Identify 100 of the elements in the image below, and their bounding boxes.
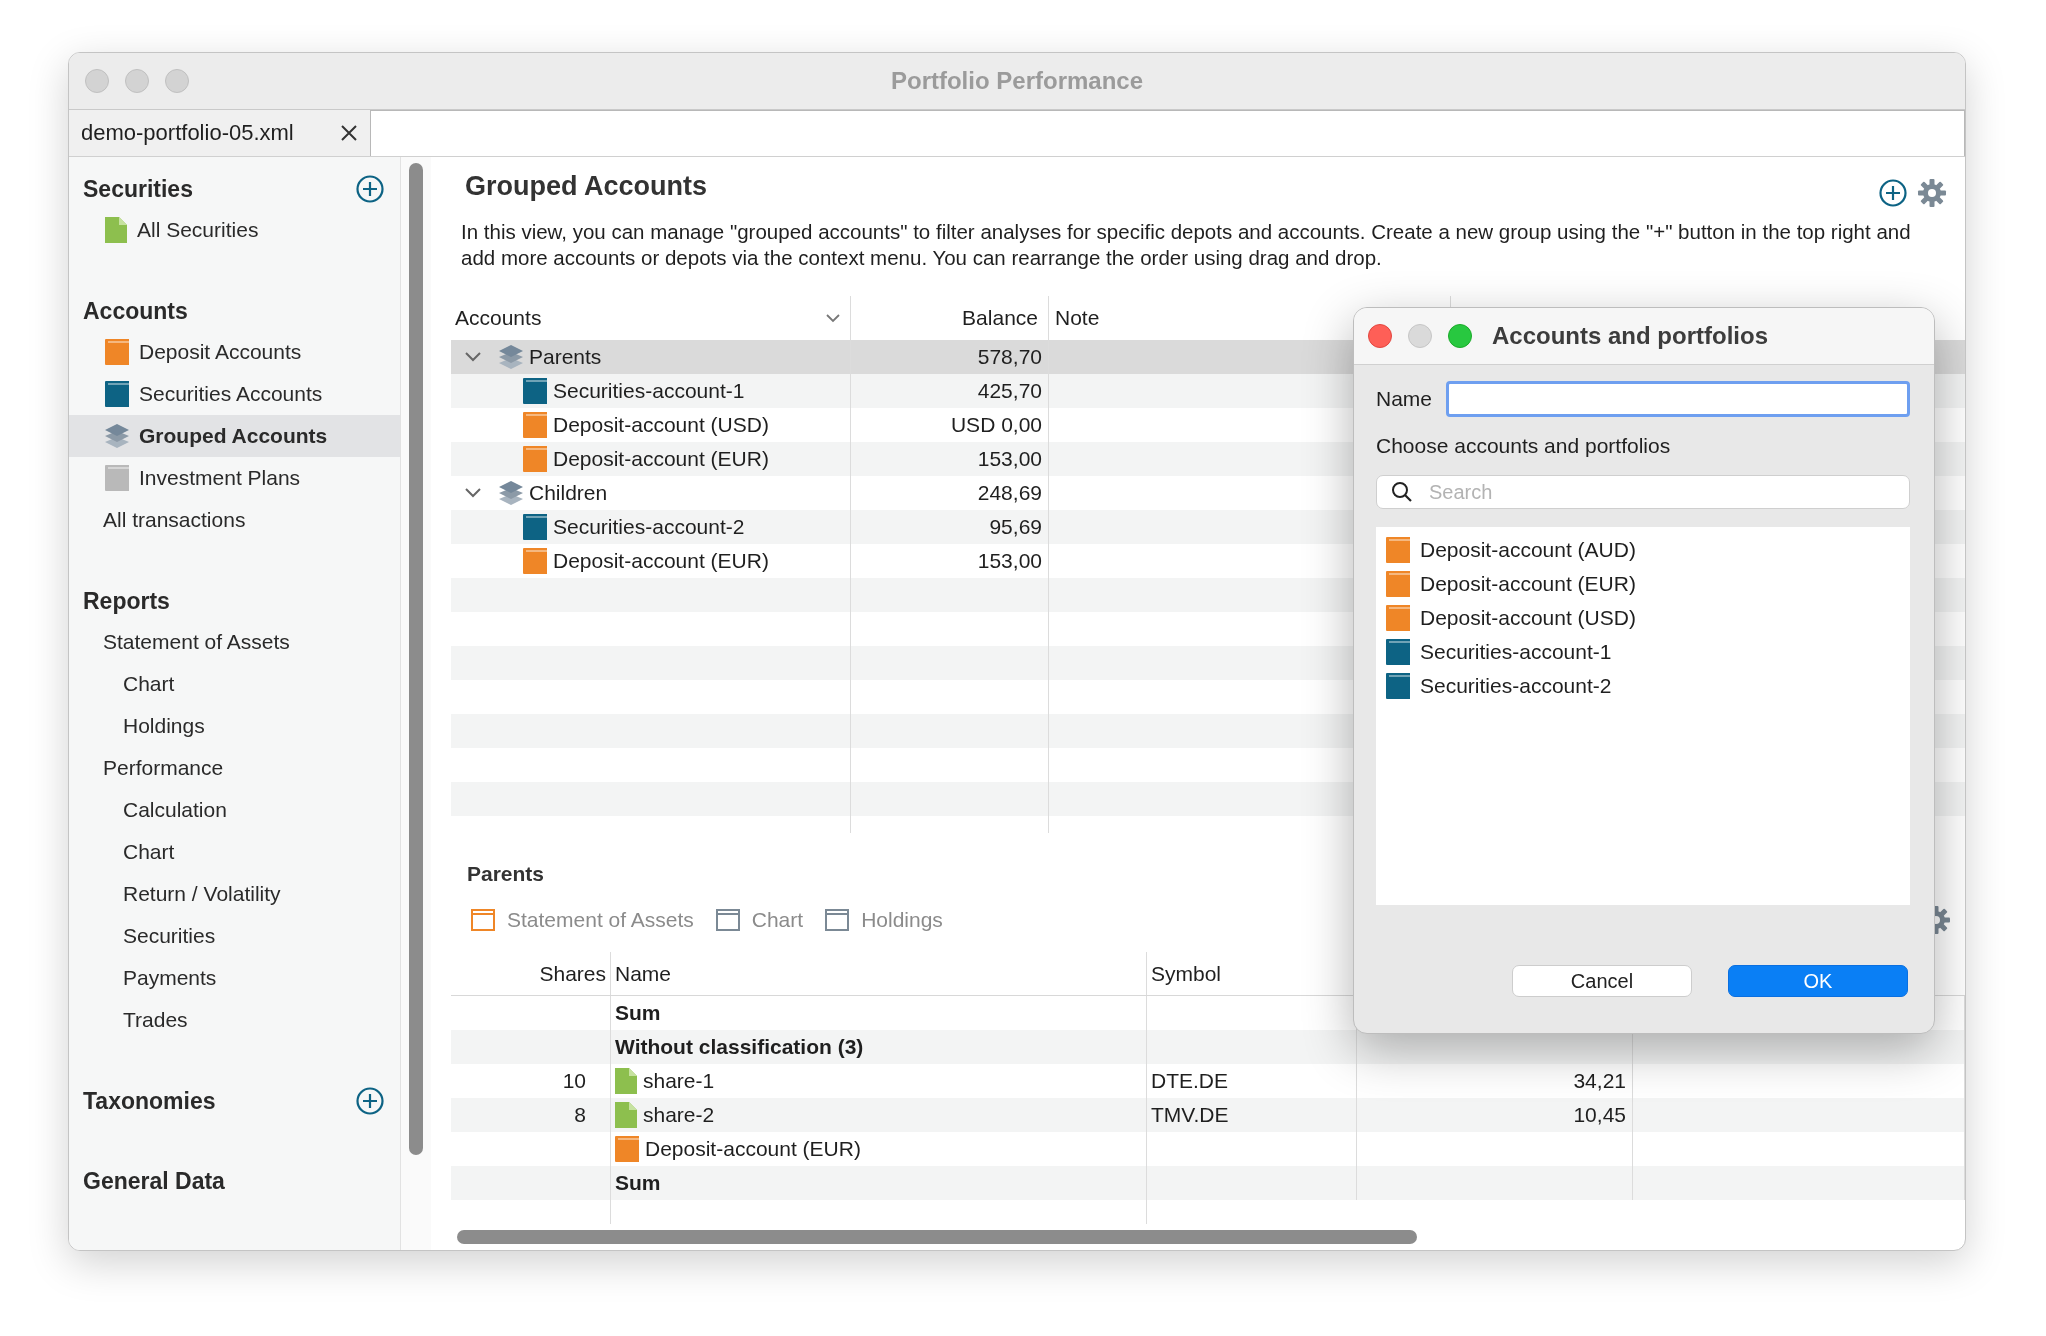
sidebar-item[interactable]: Performance (69, 747, 400, 789)
close-button[interactable] (1368, 324, 1392, 348)
book-icon (615, 1136, 639, 1162)
sidebar-item[interactable]: Chart (69, 831, 400, 873)
sidebar-item[interactable]: Payments (69, 957, 400, 999)
cancel-button[interactable]: Cancel (1512, 965, 1692, 997)
document-icon (615, 1102, 637, 1128)
zoom-button[interactable] (1448, 324, 1472, 348)
balance-value: 95,69 (989, 515, 1042, 539)
sidebar-item[interactable]: Calculation (69, 789, 400, 831)
sidebar-item[interactable]: Investment Plans (69, 457, 400, 499)
table-row[interactable]: Deposit-account (EUR) 153,00 (451, 544, 1049, 578)
book-icon (523, 514, 547, 540)
window-title: Portfolio Performance (890, 67, 1143, 95)
view-tab[interactable]: Statement of Assets (471, 908, 694, 932)
book-icon (1386, 537, 1410, 563)
book-icon (523, 446, 547, 472)
book-icon (523, 378, 547, 404)
sidebar-item[interactable]: Trades (69, 999, 400, 1041)
book-icon (105, 381, 129, 407)
add-icon[interactable] (356, 175, 384, 203)
holding-name: Deposit-account (EUR) (645, 1137, 861, 1161)
window-icon (471, 909, 495, 931)
window-icon (825, 909, 850, 931)
list-item[interactable]: Securities-account-1 (1386, 635, 1910, 669)
book-icon (105, 339, 129, 365)
search-field[interactable]: Search (1376, 475, 1910, 509)
scrollbar-thumb[interactable] (409, 163, 423, 1155)
account-name: Securities-account-2 (553, 515, 745, 539)
table-row[interactable]: Securities-account-1 425,70 (451, 374, 1049, 408)
document-icon (615, 1068, 637, 1094)
table-row[interactable]: Deposit-account (USD) USD 0,00 (451, 408, 1049, 442)
add-icon[interactable] (1879, 179, 1907, 207)
account-name: Securities-account-1 (553, 379, 745, 403)
table-row[interactable]: Without classification (3) (451, 1030, 1965, 1064)
table-row[interactable]: Children 248,69 (451, 476, 1049, 510)
value-cell: 10,45 (1573, 1103, 1626, 1127)
close-icon[interactable] (340, 124, 358, 142)
name-input[interactable] (1446, 381, 1910, 417)
settings-icon[interactable] (1917, 178, 1947, 208)
holding-name: Sum (615, 1001, 661, 1025)
table-row[interactable]: 8 share-2 TMV.DE 10,45 (451, 1098, 1965, 1132)
value-cell: 34,21 (1573, 1069, 1626, 1093)
add-icon[interactable] (356, 1087, 384, 1115)
sidebar-item[interactable]: Chart (69, 663, 400, 705)
table-row[interactable]: Deposit-account (EUR) 153,00 (451, 442, 1049, 476)
balance-value: USD 0,00 (950, 413, 1042, 437)
balance-value: 425,70 (977, 379, 1042, 403)
window-icon (715, 909, 740, 931)
list-item[interactable]: Deposit-account (USD) (1386, 601, 1910, 635)
sidebar-item[interactable]: Grouped Accounts (69, 415, 400, 457)
ok-button[interactable]: OK (1728, 965, 1908, 997)
account-name: Deposit-account (EUR) (553, 447, 769, 471)
section-title: Securities (83, 175, 193, 203)
list-label: Choose accounts and portfolios (1376, 433, 1672, 459)
sidebar-item[interactable]: Deposit Accounts (69, 331, 400, 373)
holding-name: share-1 (643, 1069, 715, 1093)
chevron-down-icon[interactable] (826, 313, 840, 323)
column-header[interactable]: Shares (451, 952, 611, 995)
list-item[interactable]: Deposit-account (AUD) (1386, 533, 1910, 567)
description-text: In this view, you can manage "grouped accounts" to filter analyses for specific depots and accounts. Create a new group using the "+" button in the top right and add more accounts or depots via the context menu. You can rearrange the order using drag and drop. (461, 219, 1912, 271)
balance-value: 248,69 (977, 481, 1042, 505)
balance-value: 153,00 (977, 549, 1042, 573)
editor-tab[interactable]: demo-portfolio-05.xml (69, 110, 371, 156)
sidebar-item[interactable]: Securities Accounts (69, 373, 400, 415)
book-icon (105, 465, 129, 491)
search-input[interactable]: Search (1427, 479, 1909, 505)
view-heading: Grouped Accounts (465, 170, 707, 202)
section-title: Parents (467, 861, 545, 887)
section-title: Taxonomies (83, 1087, 216, 1115)
layers-icon (105, 424, 129, 448)
book-icon (1386, 639, 1410, 665)
scrollbar-thumb[interactable] (457, 1230, 1417, 1244)
list-item[interactable]: Deposit-account (EUR) (1386, 567, 1910, 601)
sidebar-item[interactable]: All transactions (69, 499, 400, 541)
table-row[interactable]: Securities-account-2 95,69 (451, 510, 1049, 544)
account-name: Parents (529, 345, 602, 369)
sidebar-item[interactable]: Holdings (69, 705, 400, 747)
symbol-value: DTE.DE (1151, 1069, 1228, 1093)
account-name: Children (529, 481, 608, 505)
field-label: Name (1376, 387, 1433, 411)
section-title: Accounts (83, 297, 188, 325)
holding-name: Without classification (3) (615, 1035, 864, 1059)
sidebar-item[interactable]: All Securities (69, 209, 400, 251)
book-icon (1386, 605, 1410, 631)
column-header[interactable]: Name (611, 952, 1147, 995)
dialog-title: Accounts and portfolios (1492, 322, 1768, 350)
section-title: General Data (83, 1167, 225, 1195)
sidebar-item[interactable]: Return / Volatility (69, 873, 400, 915)
sidebar-item[interactable]: Securities (69, 915, 400, 957)
balance-value: 153,00 (977, 447, 1042, 471)
shares-value: 10 (562, 1069, 586, 1093)
book-icon (523, 548, 547, 574)
list-item[interactable]: Securities-account-2 (1386, 669, 1910, 703)
sidebar-item[interactable]: Statement of Assets (69, 621, 400, 663)
account-name: Deposit-account (EUR) (553, 549, 769, 573)
book-icon (523, 412, 547, 438)
holding-name: share-2 (643, 1103, 715, 1127)
table-row[interactable]: Sum (451, 1166, 1965, 1200)
section-title: Reports (83, 587, 170, 615)
